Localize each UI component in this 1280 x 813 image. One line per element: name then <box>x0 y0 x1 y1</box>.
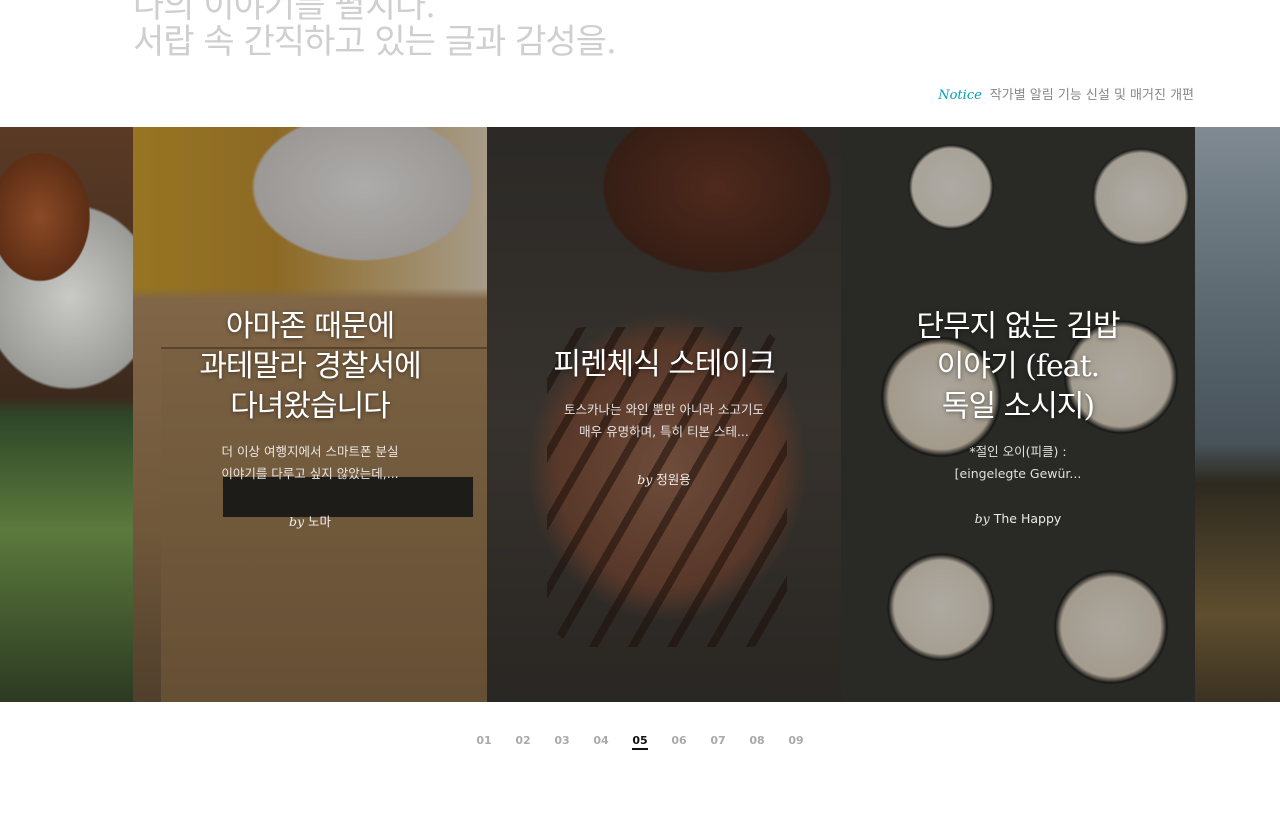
slide-card[interactable]: 단무지 없는 김밥 이야기 (feat. 독일 소시지) *절인 오이(피클) … <box>841 127 1195 702</box>
slide-description: *절인 오이(피클) : [eingelegte Gewür... <box>954 444 1082 481</box>
slide-card[interactable]: 피렌체식 스테이크 토스카나는 와인 뿐만 아니라 소고기도 매우 유명하며, … <box>487 127 841 702</box>
page-button[interactable]: 08 <box>738 734 777 749</box>
slide-author[interactable]: by 정원용 <box>487 469 841 488</box>
author-name[interactable]: 정원용 <box>656 472 691 487</box>
slide-title[interactable]: 아마존 때문에 과테말라 경찰서에 다녀왔습니다 <box>133 307 487 427</box>
slide-author[interactable]: by 노마 <box>133 511 487 530</box>
page-button[interactable]: 07 <box>699 734 738 749</box>
by-label: by <box>637 472 653 487</box>
page-button[interactable]: 09 <box>777 734 816 749</box>
featured-slider[interactable]: 아마존 때문에 과테말라 경찰서에 다녀왔습니다 더 이상 여행지에서 스마트폰… <box>0 127 1280 702</box>
author-name[interactable]: The Happy <box>994 511 1062 526</box>
slide-image <box>1195 127 1280 702</box>
page-button[interactable]: 02 <box>504 734 543 749</box>
page-button[interactable]: 01 <box>465 734 504 749</box>
slide-content: 피렌체식 스테이크 토스카나는 와인 뿐만 아니라 소고기도 매우 유명하며, … <box>487 345 841 488</box>
slide-author[interactable]: by The Happy <box>841 511 1195 526</box>
slide-description: 토스카나는 와인 뿐만 아니라 소고기도 매우 유명하며, 특히 티본 스테..… <box>564 402 764 439</box>
slide-pagination: 01 02 03 04 05 06 07 08 09 <box>0 734 1280 750</box>
slide-card-next[interactable] <box>1195 127 1280 702</box>
slide-description: 더 이상 여행지에서 스마트폰 분실 이야기를 다루고 싶지 않았는데,... <box>221 444 399 481</box>
notice-bar[interactable]: Notice 작가별 알림 기능 신설 및 매거진 개편 <box>938 84 1194 103</box>
slide-title[interactable]: 피렌체식 스테이크 <box>487 345 841 385</box>
slide-card[interactable]: 아마존 때문에 과테말라 경찰서에 다녀왔습니다 더 이상 여행지에서 스마트폰… <box>133 127 487 702</box>
slide-image <box>0 127 133 702</box>
slide-content: 단무지 없는 김밥 이야기 (feat. 독일 소시지) *절인 오이(피클) … <box>841 307 1195 526</box>
slide-card-prev[interactable] <box>0 127 133 702</box>
page-button[interactable]: 04 <box>582 734 621 749</box>
page-button-active[interactable]: 05 <box>621 734 660 750</box>
page-button[interactable]: 03 <box>543 734 582 749</box>
author-name[interactable]: 노마 <box>308 514 331 529</box>
hero-line-main: 서랍 속 간직하고 있는 글과 감성을. <box>133 22 617 62</box>
notice-link[interactable]: 작가별 알림 기능 신설 및 매거진 개편 <box>990 84 1194 103</box>
slide-content: 아마존 때문에 과테말라 경찰서에 다녀왔습니다 더 이상 여행지에서 스마트폰… <box>133 307 487 530</box>
slide-title[interactable]: 단무지 없는 김밥 이야기 (feat. 독일 소시지) <box>841 307 1195 427</box>
page-button[interactable]: 06 <box>660 734 699 749</box>
by-label: by <box>288 514 305 529</box>
by-label: by <box>974 511 990 526</box>
notice-label: Notice <box>938 88 982 103</box>
